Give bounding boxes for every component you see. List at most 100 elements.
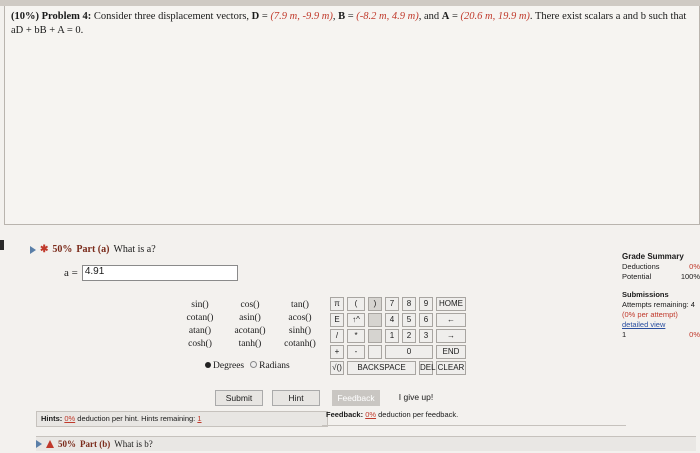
grade-summary-title: Grade Summary [622, 252, 684, 261]
expand-triangle-icon[interactable] [36, 440, 42, 448]
feedback-button[interactable]: Feedback [332, 390, 380, 406]
vector-d-value: (7.9 m, -9.9 m) [270, 11, 333, 22]
warning-icon [46, 440, 54, 448]
key-7[interactable]: 7 [385, 297, 399, 311]
radio-selected-icon[interactable] [205, 362, 211, 368]
fn-cosh[interactable]: cosh() [175, 339, 225, 349]
degrees-option[interactable]: Degrees [205, 361, 244, 371]
deductions-label: Deductions [622, 262, 660, 271]
key-plus[interactable]: + [330, 345, 344, 359]
key-backspace[interactable]: BACKSPACE [347, 361, 416, 375]
vector-b-label: B [338, 11, 346, 22]
key-del[interactable]: DEL [419, 361, 436, 375]
fn-tanh[interactable]: tanh() [225, 339, 275, 349]
key-0[interactable]: 0 [385, 345, 433, 359]
key-right-arrow[interactable]: → [436, 329, 466, 343]
key-minus[interactable]: - [347, 345, 365, 359]
key-blank-1[interactable] [368, 313, 382, 327]
degrees-label: Degrees [213, 361, 245, 371]
key-e[interactable]: E [330, 313, 344, 327]
attempts-remaining: Attempts remaining: 4 [622, 300, 695, 309]
part-b-percent: 50% [58, 439, 76, 449]
submit-button[interactable]: Submit [215, 390, 263, 406]
fn-cotan[interactable]: cotan() [175, 313, 225, 323]
problem-title: Problem 4: [41, 11, 92, 22]
key-1[interactable]: 1 [385, 329, 399, 343]
key-home[interactable]: HOME [436, 297, 466, 311]
part-b-header[interactable]: 50% Part (b) What is b? [36, 436, 696, 451]
key-end[interactable]: END [436, 345, 466, 359]
key-left-arrow[interactable]: ← [436, 313, 466, 327]
scroll-marker [0, 240, 4, 250]
key-close-paren[interactable]: ) [368, 297, 382, 311]
vector-a-value: (20.6 m, 19.9 m) [460, 11, 530, 22]
part-a-label: Part (a) [76, 244, 110, 255]
fn-sin[interactable]: sin() [175, 300, 225, 310]
feedback-text: deduction per feedback. [378, 410, 459, 419]
fn-sinh[interactable]: sinh() [275, 326, 325, 336]
problem-intro: Consider three displacement vectors, [93, 11, 252, 22]
key-6[interactable]: 6 [419, 313, 433, 327]
key-power[interactable]: ↑^ [347, 313, 365, 327]
key-open-paren[interactable]: ( [347, 297, 365, 311]
radio-unselected-icon[interactable] [250, 361, 258, 368]
part-a-header[interactable]: ✱ 50% Part (a) What is a? [30, 244, 156, 255]
fn-asin[interactable]: asin() [225, 313, 275, 323]
vector-a-label: A [441, 11, 450, 22]
detailed-view-link[interactable]: detailed view [622, 320, 700, 330]
potential-row: Potential 100% [622, 272, 700, 282]
vector-d-label: D [251, 11, 260, 22]
hints-bar: Hints: 0% deduction per hint. Hints rema… [36, 411, 328, 427]
key-blank-2[interactable] [368, 329, 382, 343]
key-9[interactable]: 9 [419, 297, 433, 311]
expand-triangle-icon[interactable] [30, 245, 36, 254]
grade-summary: Grade Summary Deductions 0% Potential 10… [622, 252, 700, 340]
submission-row: 1 0% [622, 330, 700, 340]
key-3[interactable]: 3 [419, 329, 433, 343]
fn-cotanh[interactable]: cotanh() [275, 339, 325, 349]
hints-prefix: Hints: [41, 414, 63, 423]
vector-b-value: (-8.2 m, 4.9 m) [356, 11, 419, 22]
key-clear[interactable]: CLEAR [436, 361, 466, 375]
keypad: π ( ) 7 8 9 HOME E ↑^ 4 5 6 ← / * 1 2 3 … [330, 297, 466, 375]
key-multiply[interactable]: * [347, 329, 365, 343]
fn-acos[interactable]: acos() [275, 313, 325, 323]
answer-var-label: a = [64, 267, 78, 279]
radians-option[interactable]: Radians [250, 361, 290, 371]
problem-panel: (10%) Problem 4: Consider three displace… [4, 6, 700, 225]
fn-tan[interactable]: tan() [275, 300, 325, 310]
key-pi[interactable]: π [330, 297, 344, 311]
answer-input[interactable]: 4.91 [81, 265, 238, 281]
angle-mode: Degrees Radians [205, 361, 290, 371]
hints-pct[interactable]: 0% [64, 414, 75, 423]
submissions-title: Submissions [622, 290, 669, 299]
submission-index: 1 [622, 330, 627, 339]
key-5[interactable]: 5 [402, 313, 416, 327]
feedback-bar: Feedback: 0% deduction per feedback. [322, 405, 626, 426]
key-sqrt[interactable]: √() [330, 361, 344, 375]
part-a-question: What is a? [113, 244, 156, 255]
answer-row: a = 4.91 [64, 265, 238, 281]
submission-value: 0% [689, 330, 700, 339]
hints-remaining: 1 [197, 414, 202, 423]
key-divide[interactable]: / [330, 329, 344, 343]
fn-atan[interactable]: atan() [175, 326, 225, 336]
part-a-percent: 50% [52, 244, 73, 255]
star-icon: ✱ [40, 244, 49, 255]
fn-acotan[interactable]: acotan() [225, 326, 275, 336]
feedback-pct[interactable]: 0% [365, 410, 376, 419]
key-8[interactable]: 8 [402, 297, 416, 311]
key-blank-3[interactable] [368, 345, 382, 359]
potential-label: Potential [622, 272, 652, 281]
give-up-button[interactable]: I give up! [388, 390, 444, 404]
potential-value: 100% [680, 272, 700, 281]
hint-button[interactable]: Hint [272, 390, 320, 406]
part-b-label: Part (b) [80, 439, 111, 449]
deductions-value: 0% [689, 262, 700, 271]
fn-cos[interactable]: cos() [225, 300, 275, 310]
problem-weight: (10%) [11, 11, 39, 22]
deductions-row: Deductions 0% [622, 262, 700, 272]
key-4[interactable]: 4 [385, 313, 399, 327]
function-buttons: sin() cos() tan() cotan() asin() acos() … [175, 300, 325, 349]
key-2[interactable]: 2 [402, 329, 416, 343]
